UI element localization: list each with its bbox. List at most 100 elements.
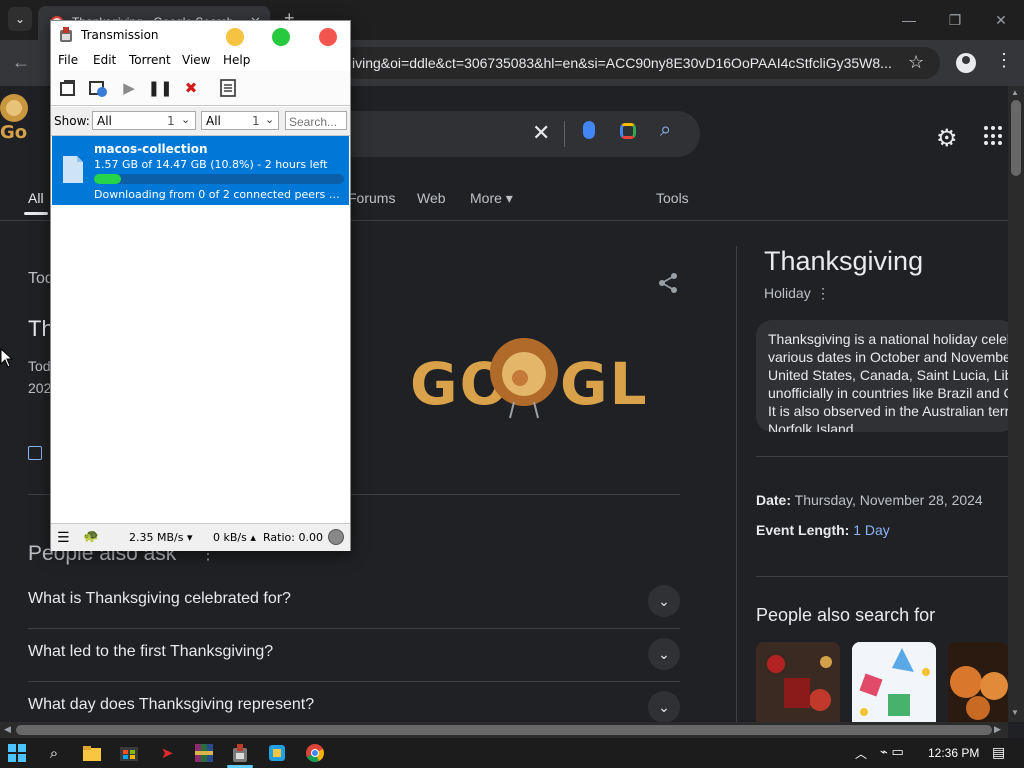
chevron-down-icon[interactable]: ⌄	[648, 638, 680, 670]
pause-torrent-icon[interactable]: ❚❚	[147, 77, 172, 99]
scroll-left-arrow-icon[interactable]: ◀	[4, 724, 11, 735]
related-search-card[interactable]	[852, 642, 936, 722]
transmission-taskbar-icon[interactable]	[229, 742, 251, 764]
scroll-down-arrow-icon[interactable]: ▼	[1011, 708, 1019, 717]
related-search-card[interactable]	[948, 642, 1008, 722]
voice-search-mic-icon[interactable]	[583, 121, 595, 139]
tracker-filter-combo[interactable]: All 1 ⌄	[201, 111, 279, 130]
window-minimize-button[interactable]: —	[886, 8, 932, 32]
result-fragment-text: Tod	[28, 358, 51, 374]
settings-gear-icon[interactable]: ⚙	[936, 124, 958, 153]
scroll-up-arrow-icon[interactable]: ▲	[1011, 88, 1019, 97]
file-icon	[63, 156, 83, 183]
transmission-title: Transmission	[81, 28, 159, 42]
address-bar[interactable]: iving&oi=ddle&ct=306735083&hl=en&si=ACC9…	[340, 47, 940, 79]
combo-count: 1	[252, 114, 260, 128]
combo-count: 1	[167, 114, 175, 128]
menu-file[interactable]: File	[58, 53, 78, 67]
search-magnifier-icon[interactable]: ⌕	[660, 119, 671, 142]
url-text[interactable]: iving&oi=ddle&ct=306735083&hl=en&si=ACC9…	[352, 55, 892, 71]
chrome-icon[interactable]	[304, 742, 326, 764]
turtle-speed-limit-icon[interactable]: 🐢	[83, 529, 99, 544]
minimize-button[interactable]	[226, 28, 244, 46]
external-link-icon[interactable]	[28, 446, 42, 460]
bookmark-star-icon[interactable]: ☆	[908, 52, 924, 73]
window-close-button[interactable]: ✕	[978, 8, 1024, 32]
chevron-down-icon[interactable]: ⌄	[648, 585, 680, 617]
menu-torrent[interactable]: Torrent	[129, 53, 171, 67]
open-url-icon[interactable]	[87, 77, 109, 99]
tools-button[interactable]: Tools	[656, 190, 689, 206]
vertical-scroll-thumb[interactable]	[1011, 100, 1021, 176]
nav-tab-web[interactable]: Web	[417, 190, 446, 206]
google-lens-icon[interactable]	[620, 123, 636, 139]
horizontal-scrollbar[interactable]: ◀ ▶	[0, 722, 1008, 738]
knowledge-panel-divider	[756, 576, 1008, 577]
open-torrent-icon[interactable]	[57, 77, 79, 99]
event-length-label: Event Length:	[756, 522, 850, 538]
menu-edit[interactable]: Edit	[93, 53, 116, 67]
snip-tool-icon[interactable]	[266, 742, 288, 764]
event-length-link[interactable]: 1 Day	[853, 522, 890, 538]
app-arrow-icon[interactable]: ➤	[156, 742, 178, 764]
combo-value: All	[97, 114, 112, 128]
remove-torrent-icon[interactable]: ✖	[180, 77, 202, 99]
ratio-text: Ratio: 0.00	[263, 531, 323, 544]
related-search-card[interactable]	[756, 642, 840, 722]
start-torrent-icon[interactable]: ▶	[118, 77, 140, 99]
google-apps-grid-icon[interactable]	[984, 126, 1004, 146]
transmission-toolbar: ▶ ❚❚ ✖	[51, 71, 350, 106]
horizontal-scroll-thumb[interactable]	[16, 725, 992, 735]
paa-question-row[interactable]: What day does Thanksgiving represent? ⌄	[28, 682, 680, 722]
chevron-down-icon: ⌄	[181, 113, 191, 126]
torrent-row[interactable]: macos-collection 1.57 GB of 14.47 GB (10…	[52, 136, 349, 205]
nav-tab-all[interactable]: All	[28, 190, 44, 206]
scroll-right-arrow-icon[interactable]: ▶	[994, 724, 1001, 735]
google-doodle-logo-small[interactable]: Go	[0, 86, 52, 146]
knowledge-panel-event-length: Event Length: 1 Day	[756, 522, 890, 538]
notification-icon[interactable]: ▤	[992, 744, 1005, 761]
transmission-filter-bar: Show: All 1 ⌄ All 1 ⌄	[51, 107, 350, 136]
window-restore-button[interactable]: ❐	[932, 8, 978, 32]
vertical-scrollbar[interactable]: ▲ ▼	[1008, 86, 1024, 722]
torrent-search-input[interactable]	[285, 111, 347, 130]
torrent-properties-icon[interactable]	[217, 77, 239, 99]
nav-tab-more[interactable]: More ▾	[470, 190, 513, 207]
google-thanksgiving-doodle[interactable]: GO GLE	[408, 330, 648, 422]
search-icon[interactable]: ⌕	[43, 742, 65, 764]
activity-filter-combo[interactable]: All 1 ⌄	[92, 111, 196, 130]
profile-avatar-icon[interactable]	[956, 53, 976, 73]
transmission-titlebar[interactable]: Transmission	[51, 21, 350, 49]
chrome-menu-icon[interactable]: ⋮	[995, 50, 1013, 71]
windows-start-icon[interactable]	[8, 744, 26, 762]
torrent-status: Downloading from 0 of 2 connected peers …	[94, 188, 342, 201]
menu-help[interactable]: Help	[223, 53, 250, 67]
paa-question-row[interactable]: What led to the first Thanksgiving? ⌄	[28, 629, 680, 682]
search-box[interactable]: ✕ ⌕	[320, 111, 700, 157]
paa-question-row[interactable]: What is Thanksgiving celebrated for? ⌄	[28, 576, 680, 629]
clear-search-icon[interactable]: ✕	[532, 120, 550, 146]
tab-search-button[interactable]: ⌄	[8, 7, 32, 31]
system-tray-icons[interactable]: ⌁ ▭	[880, 744, 904, 760]
file-explorer-icon[interactable]	[81, 742, 103, 764]
mouse-pointer-icon	[0, 348, 14, 368]
torrent-list[interactable]: macos-collection 1.57 GB of 14.47 GB (10…	[52, 136, 349, 522]
menu-view[interactable]: View	[182, 53, 210, 67]
statistics-icon[interactable]	[328, 529, 344, 545]
options-menu-icon[interactable]: ☰	[57, 530, 70, 546]
pumpkins-image	[948, 642, 1008, 722]
christmas-image	[756, 642, 840, 722]
more-options-icon[interactable]: ⋮	[816, 285, 830, 302]
nav-tab-forums[interactable]: Forums	[348, 190, 395, 206]
close-button[interactable]	[319, 28, 337, 46]
winrar-icon[interactable]	[193, 742, 215, 764]
back-arrow-icon[interactable]: ←	[12, 52, 30, 73]
maximize-button[interactable]	[272, 28, 290, 46]
chevron-down-icon[interactable]: ⌄	[648, 691, 680, 722]
active-tab-underline	[24, 212, 48, 215]
store-icon[interactable]	[118, 742, 140, 764]
share-icon[interactable]	[657, 272, 679, 294]
taskbar-clock[interactable]: 12:36 PM	[928, 746, 979, 760]
show-hidden-icons-chevron[interactable]: ︿	[855, 745, 867, 762]
paa-question: What day does Thanksgiving represent?	[28, 696, 315, 713]
